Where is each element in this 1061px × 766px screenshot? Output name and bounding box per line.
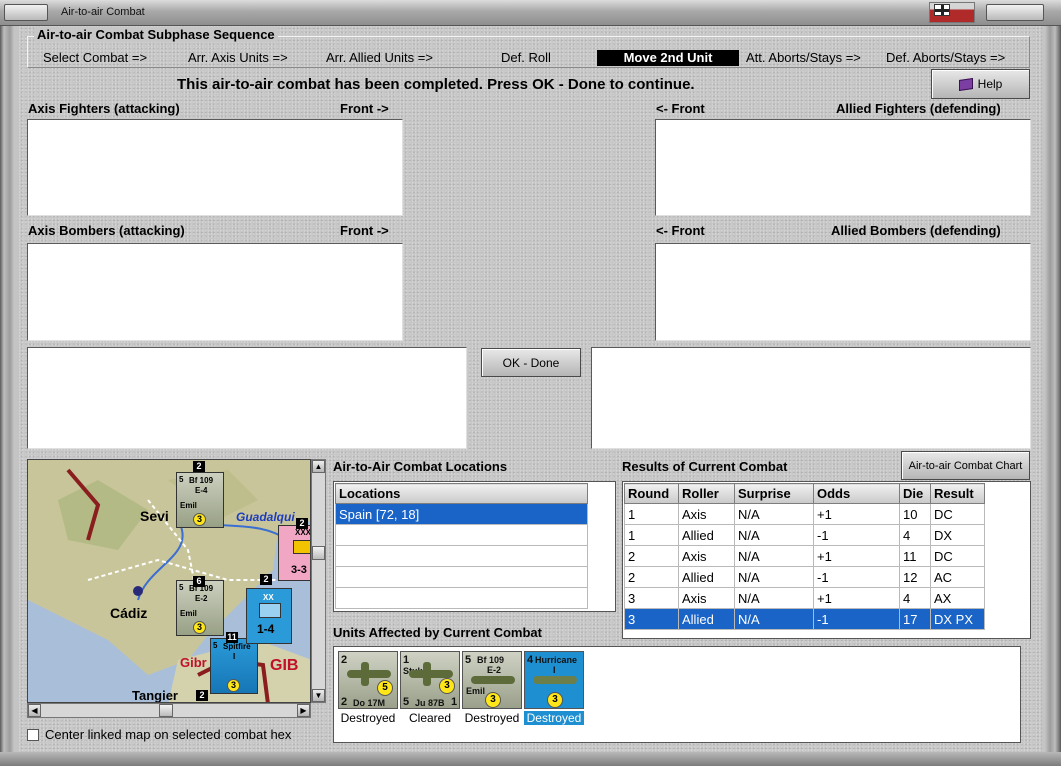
map-horizontal-scrollbar[interactable]: ◀ ▶ <box>27 703 311 718</box>
map-label-gib: GIB <box>270 657 299 674</box>
allied-info-box <box>591 347 1031 449</box>
map-label-gibraltar: Gibr <box>180 655 207 670</box>
location-row[interactable] <box>335 566 588 588</box>
col-result[interactable]: Result <box>930 483 985 504</box>
allied-fighters-box[interactable] <box>655 119 1031 216</box>
unit-counter: 1 Stuka 5 Ju 87B 1 3 <box>400 651 460 709</box>
map-label-seville: Sevi <box>140 508 169 524</box>
help-label: Help <box>977 77 1003 91</box>
units-title: Units Affected by Current Combat <box>333 625 542 640</box>
allied-bombers-label: Allied Bombers (defending) <box>831 223 1001 238</box>
location-row[interactable]: Spain [72, 18] <box>335 503 588 525</box>
allied-fighters-label: Allied Fighters (defending) <box>836 101 1001 116</box>
locations-list[interactable]: Locations Spain [72, 18] <box>333 481 616 612</box>
table-row-selected[interactable]: 3 Allied N/A -1 17 DX PX <box>624 608 985 630</box>
step-def-aborts: Def. Aborts/Stays => <box>886 50 1006 65</box>
window-title: Air-to-air Combat <box>61 6 145 18</box>
table-row[interactable]: 1 Axis N/A +1 10 DC <box>624 503 985 525</box>
map-counter-division[interactable]: XX 1-4 <box>246 588 292 644</box>
map-counter-bf109-e4[interactable]: 5 Bf 109 E-4 Emil 3 <box>176 472 224 528</box>
map-label-tangier: Tangier <box>132 688 178 703</box>
scroll-right-icon[interactable]: ▶ <box>297 704 310 717</box>
col-roller[interactable]: Roller <box>678 483 735 504</box>
help-book-icon <box>958 77 973 91</box>
map-counter-spitfire[interactable]: 5 Spitfire I 3 <box>210 638 258 694</box>
unit-ju87b[interactable]: 1 Stuka 5 Ju 87B 1 3 Cleared <box>400 651 460 725</box>
axis-bombers-label: Axis Bombers (attacking) <box>28 223 185 238</box>
title-bar: Air-to-air Combat <box>0 0 1061 26</box>
axis-fighters-box[interactable] <box>27 119 403 216</box>
axis-fighters-front: Front -> <box>340 101 389 116</box>
axis-info-box <box>27 347 467 449</box>
system-menu-button[interactable] <box>4 4 48 21</box>
table-row[interactable]: 2 Allied N/A -1 12 AC <box>624 566 985 588</box>
stack-count-badge: 2 <box>260 574 272 585</box>
unit-do17m[interactable]: 2 2 Do 17M 5 Destroyed <box>338 651 398 725</box>
table-row[interactable]: 1 Allied N/A -1 4 DX <box>624 524 985 546</box>
unit-counter: 5 Bf 109 E-2 Emil 3 <box>462 651 522 709</box>
table-row[interactable]: 3 Axis N/A +1 4 AX <box>624 587 985 609</box>
unit-hurricane[interactable]: 4 Hurricane I 3 Destroyed <box>524 651 584 725</box>
axis-fighters-label: Axis Fighters (attacking) <box>28 101 180 116</box>
unit-status: Destroyed <box>340 711 396 725</box>
allied-fighters-front: <- Front <box>656 101 705 116</box>
map-counter-bf109-e2[interactable]: 5 Bf 109 E-2 Emil 3 <box>176 580 224 636</box>
nation-flag-icon <box>929 2 975 23</box>
help-button[interactable]: Help <box>931 69 1030 99</box>
scroll-up-icon[interactable]: ▲ <box>312 460 325 473</box>
step-att-aborts: Att. Aborts/Stays => <box>746 50 861 65</box>
location-row[interactable] <box>335 524 588 546</box>
vertical-scroll-thumb[interactable] <box>312 546 325 560</box>
ok-done-button[interactable]: OK - Done <box>481 348 581 377</box>
axis-bombers-front: Front -> <box>340 223 389 238</box>
stack-count-badge: 2 <box>196 690 208 701</box>
stack-count-badge: 6 <box>193 576 205 587</box>
table-row[interactable]: 2 Axis N/A +1 11 DC <box>624 545 985 567</box>
linked-map[interactable]: Sevi Guadalqui Cádiz Gibr GIB Tangier 5 … <box>27 459 311 703</box>
unit-status: Destroyed <box>464 711 520 725</box>
unit-counter: 2 2 Do 17M 5 <box>338 651 398 709</box>
col-odds[interactable]: Odds <box>813 483 900 504</box>
col-die[interactable]: Die <box>899 483 931 504</box>
unit-status: Cleared <box>408 711 452 725</box>
location-row[interactable] <box>335 587 588 609</box>
step-arr-axis: Arr. Axis Units => <box>188 50 288 65</box>
stack-count-badge: 11 <box>226 632 238 643</box>
center-link-label: Center linked map on selected combat hex <box>45 727 292 742</box>
step-move-2nd-unit: Move 2nd Unit <box>597 50 739 66</box>
col-surprise[interactable]: Surprise <box>734 483 814 504</box>
stack-count-badge: 2 <box>296 518 308 529</box>
unit-status: Destroyed <box>524 711 584 725</box>
step-arr-allied: Arr. Allied Units => <box>326 50 433 65</box>
map-vertical-scrollbar[interactable]: ▲ ▼ <box>311 459 326 703</box>
center-link-checkbox-row[interactable]: Center linked map on selected combat hex <box>27 727 291 742</box>
results-title: Results of Current Combat <box>622 459 788 474</box>
map-label-cadiz: Cádiz <box>110 605 148 621</box>
locations-header[interactable]: Locations <box>335 483 588 504</box>
bottom-bar <box>0 752 1061 766</box>
status-message: This air-to-air combat has been complete… <box>177 76 695 93</box>
air-combat-chart-button[interactable]: Air-to-air Combat Chart <box>901 451 1030 480</box>
axis-bombers-box[interactable] <box>27 243 403 341</box>
maximize-button[interactable] <box>986 4 1044 21</box>
allied-bombers-front: <- Front <box>656 223 705 238</box>
step-select-combat: Select Combat => <box>43 50 148 65</box>
stack-count-badge: 2 <box>193 461 205 472</box>
units-affected-panel: 2 2 Do 17M 5 Destroyed 1 Stuka 5 Ju 87B … <box>333 646 1021 743</box>
col-round[interactable]: Round <box>624 483 679 504</box>
sequence-legend: Air-to-air Combat Subphase Sequence <box>34 27 278 42</box>
horizontal-scroll-thumb[interactable] <box>159 704 173 717</box>
center-link-checkbox[interactable] <box>27 728 39 741</box>
location-row[interactable] <box>335 545 588 567</box>
unit-counter: 4 Hurricane I 3 <box>524 651 584 709</box>
scroll-down-icon[interactable]: ▼ <box>312 689 325 702</box>
locations-title: Air-to-Air Combat Locations <box>333 459 508 474</box>
map-label-guadalquivir: Guadalqui <box>236 510 295 524</box>
allied-bombers-box[interactable] <box>655 243 1031 341</box>
unit-bf109-e2[interactable]: 5 Bf 109 E-2 Emil 3 Destroyed <box>462 651 522 725</box>
scroll-left-icon[interactable]: ◀ <box>28 704 41 717</box>
results-table-panel[interactable]: Round Roller Surprise Odds Die Result 1A… <box>622 481 1031 639</box>
map-counter-corps[interactable]: XXX 3-3 <box>278 525 310 581</box>
step-def-roll: Def. Roll <box>501 50 551 65</box>
